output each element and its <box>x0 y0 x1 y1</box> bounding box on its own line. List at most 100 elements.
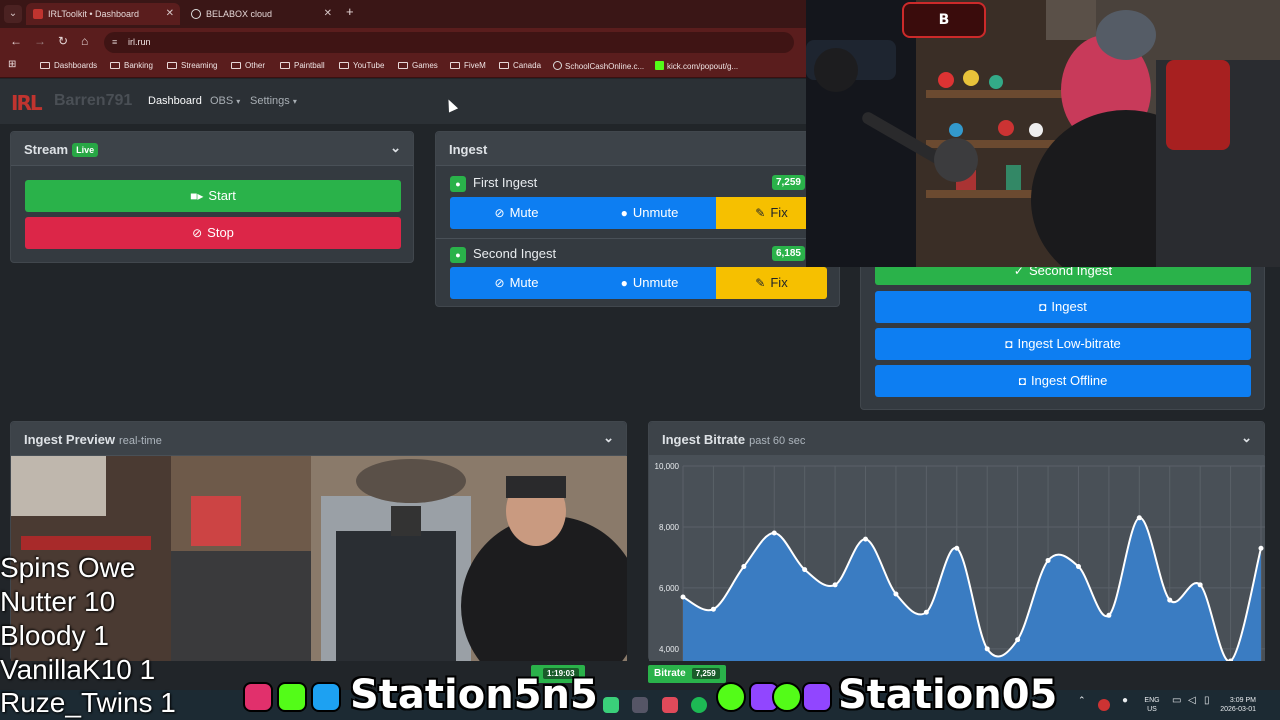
folder-icon <box>280 62 290 69</box>
reload-icon[interactable]: ↻ <box>58 34 68 48</box>
start-button[interactable]: ■▸ Start <box>25 180 401 212</box>
tab-belabox[interactable]: BELABOX cloud ✕ <box>184 3 338 25</box>
obs-icon[interactable] <box>632 697 648 713</box>
chevron-down-icon[interactable]: ⌄ <box>1241 430 1252 446</box>
chart-subtitle: past 60 sec <box>749 435 806 447</box>
play-icon <box>716 682 746 712</box>
bookmark-folder[interactable]: Streaming <box>167 61 217 70</box>
network-icon[interactable]: ▭ <box>1172 696 1181 706</box>
bookmark-folder[interactable]: YouTube <box>339 61 384 70</box>
address-bar[interactable]: ≡ irl.run <box>104 32 794 53</box>
video-camera-slash-icon: ⊘ <box>192 226 203 240</box>
scene-ingest-button[interactable]: ◘ Ingest <box>875 291 1251 323</box>
language-indicator[interactable]: ENG US <box>1140 696 1164 714</box>
divider <box>436 238 839 239</box>
bookmark-folder[interactable]: Dashboards <box>40 61 97 70</box>
browser-toolbar: ← → ↻ ⌂ ≡ irl.run <box>0 28 806 56</box>
folder-icon <box>110 62 120 69</box>
second-ingest-unmute-button[interactable]: ● Unmute <box>583 267 716 299</box>
bitrate-label: Bitrate <box>654 668 686 679</box>
chart-title: Ingest Bitrate <box>662 432 746 447</box>
app-icon[interactable] <box>603 697 619 713</box>
tray-microphone-icon[interactable]: ● <box>1122 696 1128 706</box>
forward-icon[interactable]: → <box>34 34 46 48</box>
bitrate-point <box>1136 515 1142 521</box>
scene-ingest-low-bitrate-button[interactable]: ◘ Ingest Low-bitrate <box>875 328 1251 360</box>
folder-icon <box>499 62 509 69</box>
ingest-bitrate-header[interactable]: Ingest Bitrate past 60 sec ⌄ <box>649 422 1264 456</box>
globe-icon <box>553 61 562 70</box>
leaderboard-entry: Nutter 10 <box>0 586 116 617</box>
new-tab-button[interactable]: + <box>346 4 354 19</box>
irltoolkit-favicon-icon <box>33 9 43 19</box>
bitrate-point <box>923 609 929 615</box>
y-tick-label: 10,000 <box>655 462 680 471</box>
second-ingest-fix-button[interactable]: ✎ Fix <box>716 267 827 299</box>
close-tab-icon[interactable]: ✕ <box>324 3 332 25</box>
play-icon <box>772 682 802 712</box>
microphone-icon: ● <box>620 276 628 290</box>
tray-app-icon[interactable] <box>1098 699 1110 711</box>
tab-irltoolkit[interactable]: IRLToolkit • Dashboard ✕ <box>26 3 180 25</box>
bookmark-link[interactable]: kick.com/popout/g... <box>655 61 738 71</box>
tab-list-button[interactable]: ⌄ <box>4 5 22 23</box>
ingest-card: Ingest ● First Ingest 7,259 ⊘ Mute ● Unmute… <box>435 131 840 307</box>
volume-icon[interactable]: ◁ <box>1188 696 1196 706</box>
bookmark-folder[interactable]: Games <box>398 61 438 70</box>
stream-title: Stream <box>24 142 69 157</box>
app-navbar: IRL Barren791 Dashboard OBS ▾ Settings ▾ <box>0 79 806 124</box>
app-icon[interactable] <box>662 697 678 713</box>
stream-card-header[interactable]: Stream Live ⌄ <box>11 132 413 166</box>
tray-chevron-up-icon[interactable]: ⌃ <box>1078 696 1086 705</box>
ingest-bitrate-card: Ingest Bitrate past 60 sec ⌄ 10,000 8,000 6… <box>648 421 1265 661</box>
ingest-title: Ingest <box>449 142 488 157</box>
bitrate-point <box>741 564 747 570</box>
first-ingest-mute-button[interactable]: ⊘ Mute <box>450 197 583 229</box>
bitrate-point <box>1106 612 1112 618</box>
video-camera-icon: ■▸ <box>190 189 204 203</box>
home-icon[interactable]: ⌂ <box>81 34 88 48</box>
caret-down-icon: ▾ <box>292 97 297 106</box>
barren-logo-icon: B <box>902 2 986 38</box>
apps-grid-icon[interactable]: ⊞ <box>8 59 16 70</box>
nav-obs-dropdown[interactable]: OBS ▾ <box>210 95 240 107</box>
live-badge: Live <box>72 143 99 157</box>
bookmark-link[interactable]: SchoolCashOnline.c... <box>553 61 644 71</box>
nav-dashboard[interactable]: Dashboard <box>148 95 202 107</box>
bitrate-point <box>984 646 990 652</box>
leaderboard-entry: VanillaK10 1 <box>0 654 156 685</box>
second-ingest-label: ● Second Ingest <box>450 246 556 263</box>
site-info-icon[interactable]: ≡ <box>112 32 117 53</box>
back-icon[interactable]: ← <box>10 34 22 48</box>
kick-icon <box>277 682 307 712</box>
leaderboard-entry: Ruze_Twins 1 <box>0 687 176 718</box>
bookmark-folder[interactable]: Canada <box>499 61 541 70</box>
robot-icon: ◘ <box>1005 337 1013 351</box>
bookmark-folder[interactable]: Paintball <box>280 61 325 70</box>
ingest-preview-subtitle: real-time <box>119 435 162 447</box>
social-handle-left: Station5n5 <box>350 672 598 718</box>
nav-settings-dropdown[interactable]: Settings ▾ <box>250 95 297 107</box>
spotify-icon[interactable] <box>691 697 707 713</box>
second-ingest-mute-button[interactable]: ⊘ Mute <box>450 267 583 299</box>
clock[interactable]: 3:09 PM 2026-03-01 <box>1206 696 1256 714</box>
y-tick-label: 6,000 <box>659 584 680 593</box>
chevron-down-icon[interactable]: ⌄ <box>390 140 401 156</box>
stop-button[interactable]: ⊘ Stop <box>25 217 401 249</box>
folder-icon <box>339 62 349 69</box>
brand-name[interactable]: Barren791 <box>54 92 132 110</box>
bookmark-folder[interactable]: FiveM <box>450 61 486 70</box>
social-handle-right: Station05 <box>838 672 1058 718</box>
bookmarks-bar: ⊞ Dashboards Banking Streaming Other Pai… <box>0 56 806 78</box>
browser-tabbar: ⌄ IRLToolkit • Dashboard ✕ BELABOX cloud… <box>0 0 806 28</box>
chevron-down-icon[interactable]: ⌄ <box>603 430 614 446</box>
bitrate-chart-svg: 10,000 8,000 6,000 4,000 <box>655 462 1265 661</box>
first-ingest-bitrate-badge: 7,259 <box>771 175 805 190</box>
bookmark-folder[interactable]: Banking <box>110 61 153 70</box>
bookmark-folder[interactable]: Other <box>231 61 265 70</box>
robot-icon: ◘ <box>1039 300 1047 314</box>
first-ingest-unmute-button[interactable]: ● Unmute <box>583 197 716 229</box>
ingest-preview-header[interactable]: Ingest Preview real-time ⌄ <box>11 422 626 456</box>
scene-ingest-offline-button[interactable]: ◘ Ingest Offline <box>875 365 1251 397</box>
close-tab-icon[interactable]: ✕ <box>166 3 174 25</box>
